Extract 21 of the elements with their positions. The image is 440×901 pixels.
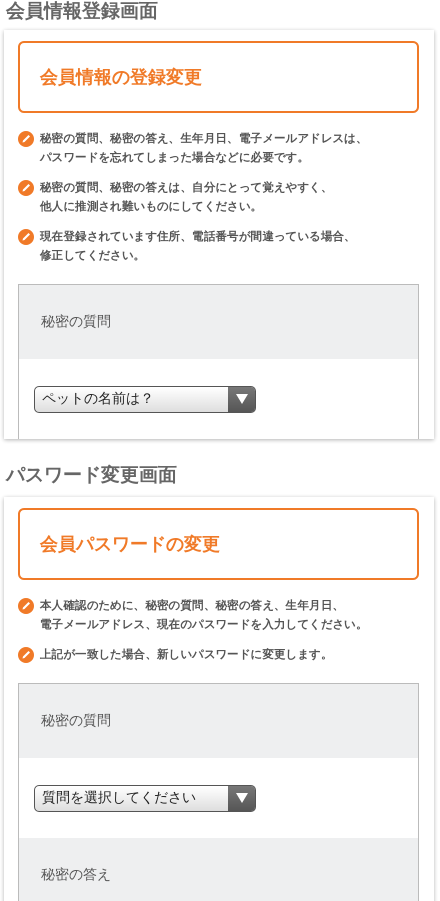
- card-title: 会員パスワードの変更: [40, 533, 220, 556]
- field-label: 秘密の質問: [41, 712, 111, 730]
- note-text: 上記が一致した場合、新しいパスワードに変更します。: [40, 646, 333, 663]
- pencil-icon: [18, 598, 34, 614]
- section-heading: パスワード変更画面: [4, 463, 178, 488]
- pencil-icon: [18, 131, 34, 147]
- section-heading: 会員情報登録画面: [4, 0, 159, 24]
- caret-icon: [236, 793, 248, 803]
- note-text: 現在登録されています住所、電話番号が間違っている場合、 修正してください。: [40, 228, 356, 264]
- field-label: 秘密の質問: [41, 313, 111, 331]
- note-text: 秘密の質問、秘密の答えは、自分にとって覚えやすく、 他人に推測され難いものにしてください。: [40, 179, 333, 215]
- question-dropdown[interactable]: ペットの名前は？: [34, 386, 256, 412]
- card-title: 会員情報の登録変更: [40, 66, 202, 89]
- caret-icon: [236, 394, 248, 404]
- pencil-icon: [18, 647, 34, 663]
- note-text: 秘密の質問、秘密の答え、生年月日、電子メールアドレスは、 パスワードを忘れてしまった場合などに必要です。: [40, 130, 368, 166]
- question-dropdown[interactable]: 質問を選択してください: [34, 784, 256, 812]
- pencil-icon: [18, 229, 34, 245]
- note-text: 本人確認のために、秘密の質問、秘密の答え、生年月日、 電子メールアドレス、現在のパスワードを入力してください。: [40, 597, 368, 633]
- pencil-icon: [18, 180, 34, 196]
- field-label: 秘密の答え: [41, 866, 111, 884]
